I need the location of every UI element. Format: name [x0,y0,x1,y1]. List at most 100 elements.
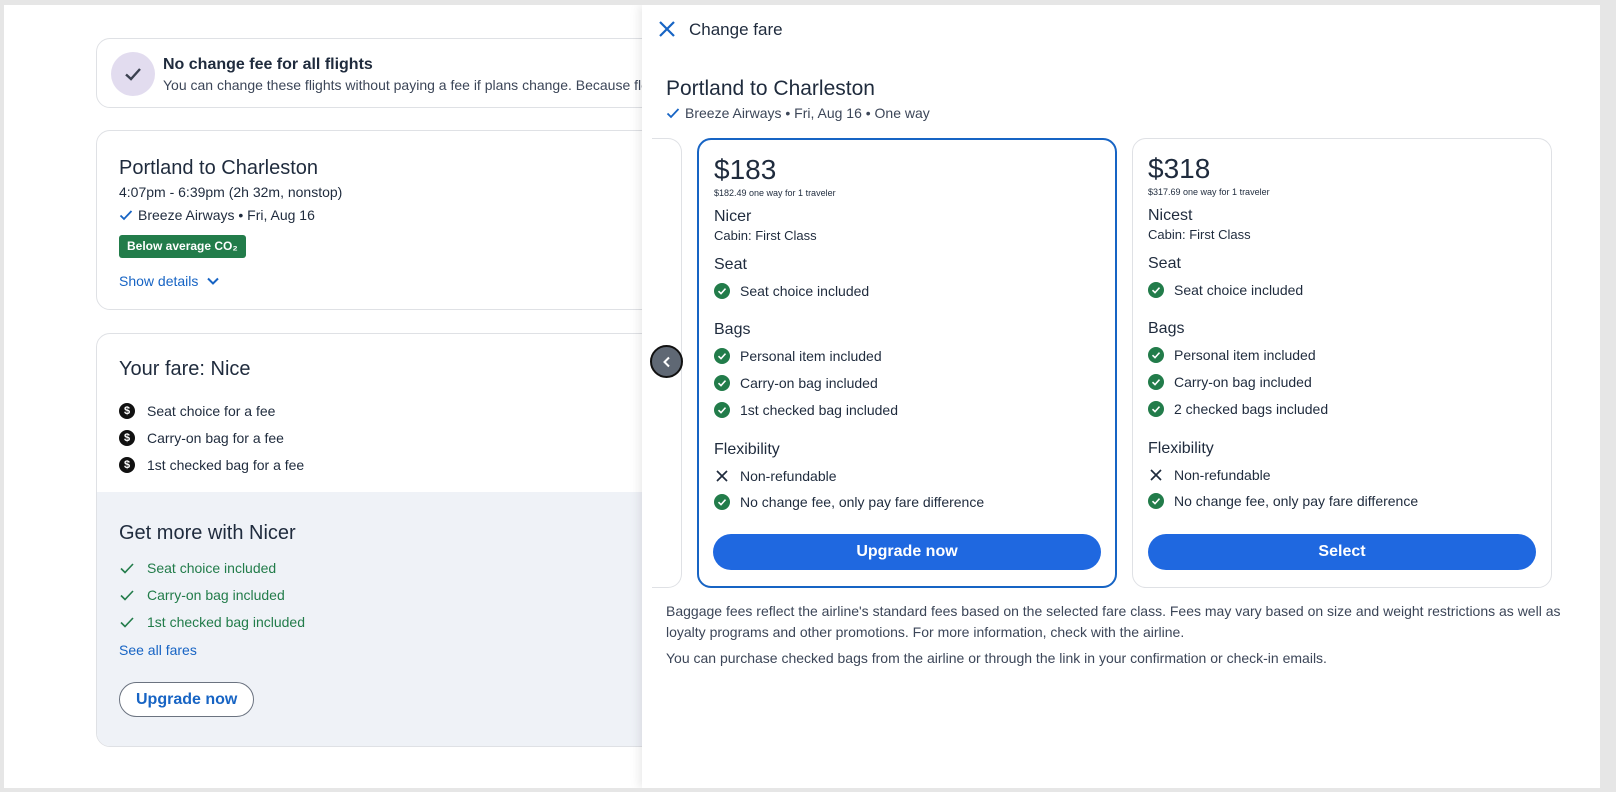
check-icon [120,562,134,574]
flex-feature: Non-refundable [1174,467,1271,483]
list-item: 1st checked bag included [714,402,898,418]
select-button[interactable]: Select [1148,534,1536,570]
x-icon [1150,469,1162,481]
fee-list: $ Seat choice for a fee $ Carry-on bag f… [119,397,304,478]
no-fee-title: No change fee for all flights [163,56,373,73]
get-more-item-label: Seat choice included [147,559,277,576]
check-badge-icon [1148,347,1164,363]
check-badge-icon [714,494,730,510]
check-icon [666,108,680,119]
bags-heading: Bags [1148,320,1185,337]
list-item: Carry-on bag included [119,581,305,608]
list-item: Seat choice included [1148,282,1303,298]
seat-feature: Seat choice included [740,283,870,299]
flight-card: Portland to Charleston 4:07pm - 6:39pm (… [96,130,716,310]
fare-card-nicer[interactable]: $183 $182.49 one way for 1 traveler Nice… [697,138,1117,588]
get-more-item-label: 1st checked bag included [147,613,305,630]
no-fee-subtitle: You can change these flights without pay… [163,77,670,93]
x-icon [716,470,728,482]
co2-badge: Below average CO₂ [119,235,246,258]
check-badge-icon [714,283,730,299]
fare-card-nicest[interactable]: $318 $317.69 one way for 1 traveler Nice… [1132,138,1552,588]
flex-feature: No change fee, only pay fare difference [1174,493,1419,509]
dollar-icon: $ [119,456,135,473]
list-item: $ 1st checked bag for a fee [119,451,304,478]
list-item: Carry-on bag included [1148,374,1312,390]
list-item: Personal item included [1148,347,1316,363]
fare-price-detail: $182.49 one way for 1 traveler [714,188,836,198]
fare-name: Nicest [1148,207,1193,224]
close-icon[interactable] [656,18,678,40]
get-more-item-label: Carry-on bag included [147,586,285,603]
panel-route: Portland to Charleston [666,77,875,100]
flex-feature: Non-refundable [740,468,837,484]
panel-subtitle-row: Breeze Airways • Fri, Aug 16 • One way [666,105,930,121]
list-item: Personal item included [714,348,882,364]
get-more-list: Seat choice included Carry-on bag includ… [119,554,305,635]
fee-item-label: Carry-on bag for a fee [147,429,284,446]
previous-fares-button[interactable] [650,345,683,378]
check-badge-icon [714,348,730,364]
fare-name: Nicer [714,208,752,225]
no-change-fee-card: No change fee for all flights You can ch… [96,38,716,108]
see-all-fares-link[interactable]: See all fares [119,642,197,658]
get-more-title: Get more with Nicer [119,522,296,544]
check-badge-icon [714,375,730,391]
your-fare-card: Your fare: Nice $ Seat choice for a fee … [96,333,716,747]
upgrade-now-button[interactable]: Upgrade now [713,534,1101,570]
fare-cabin: Cabin: First Class [1148,227,1251,242]
list-item: No change fee, only pay fare difference [1148,493,1418,509]
check-badge-icon [1148,374,1164,390]
seat-heading: Seat [714,256,747,273]
bag-feature: Personal item included [1174,347,1316,363]
your-fare-title: Your fare: Nice [119,358,251,380]
list-item: Seat choice included [714,283,869,299]
list-item: Non-refundable [1148,467,1271,483]
check-icon [120,616,134,628]
list-item: 2 checked bags included [1148,401,1328,417]
bag-feature: 1st checked bag included [740,402,898,418]
flight-time: 4:07pm - 6:39pm (2h 32m, nonstop) [119,184,343,200]
show-details-link[interactable]: Show details [119,273,220,289]
panel-title: Change fare [689,20,783,39]
seat-feature: Seat choice included [1174,282,1304,298]
list-item: 1st checked bag included [119,608,305,635]
bags-heading: Bags [714,321,751,338]
checked-bags-note: You can purchase checked bags from the a… [666,650,1327,666]
check-circle-icon [111,52,155,96]
check-badge-icon [1148,493,1164,509]
flexibility-heading: Flexibility [714,441,780,458]
get-more-section: Get more with Nicer Seat choice included… [97,492,715,746]
list-item: Carry-on bag included [714,375,878,391]
list-item: No change fee, only pay fare difference [714,494,984,510]
check-icon [120,589,134,601]
seat-heading: Seat [1148,255,1181,272]
list-item: Seat choice included [119,554,305,581]
chevron-left-icon [662,356,670,367]
upgrade-now-button[interactable]: Upgrade now [119,682,255,717]
check-badge-icon [1148,401,1164,417]
chevron-down-icon [207,277,220,285]
list-item: $ Carry-on bag for a fee [119,424,304,451]
flight-airline-row: Breeze Airways • Fri, Aug 16 [119,207,315,223]
check-badge-icon [714,402,730,418]
flight-airline: Breeze Airways • Fri, Aug 16 [138,207,315,223]
list-item: $ Seat choice for a fee [119,397,304,424]
bag-feature: 2 checked bags included [1174,401,1329,417]
bag-feature: Personal item included [740,348,882,364]
flex-feature: No change fee, only pay fare difference [740,494,985,510]
flexibility-heading: Flexibility [1148,440,1214,457]
list-item: Non-refundable [714,468,837,484]
panel-subtitle: Breeze Airways • Fri, Aug 16 • One way [685,105,930,121]
show-details-label: Show details [119,273,199,289]
check-icon [119,210,133,221]
fare-price-detail: $317.69 one way for 1 traveler [1148,187,1270,197]
check-badge-icon [1148,282,1164,298]
fare-price: $183 [714,154,777,185]
fee-item-label: 1st checked bag for a fee [147,456,305,473]
fare-cabin: Cabin: First Class [714,228,817,243]
bag-feature: Carry-on bag included [1174,374,1312,390]
change-fare-panel: Change fare Portland to Charleston Breez… [642,5,1600,788]
bag-feature: Carry-on bag included [740,375,878,391]
fare-price: $318 [1148,153,1211,184]
